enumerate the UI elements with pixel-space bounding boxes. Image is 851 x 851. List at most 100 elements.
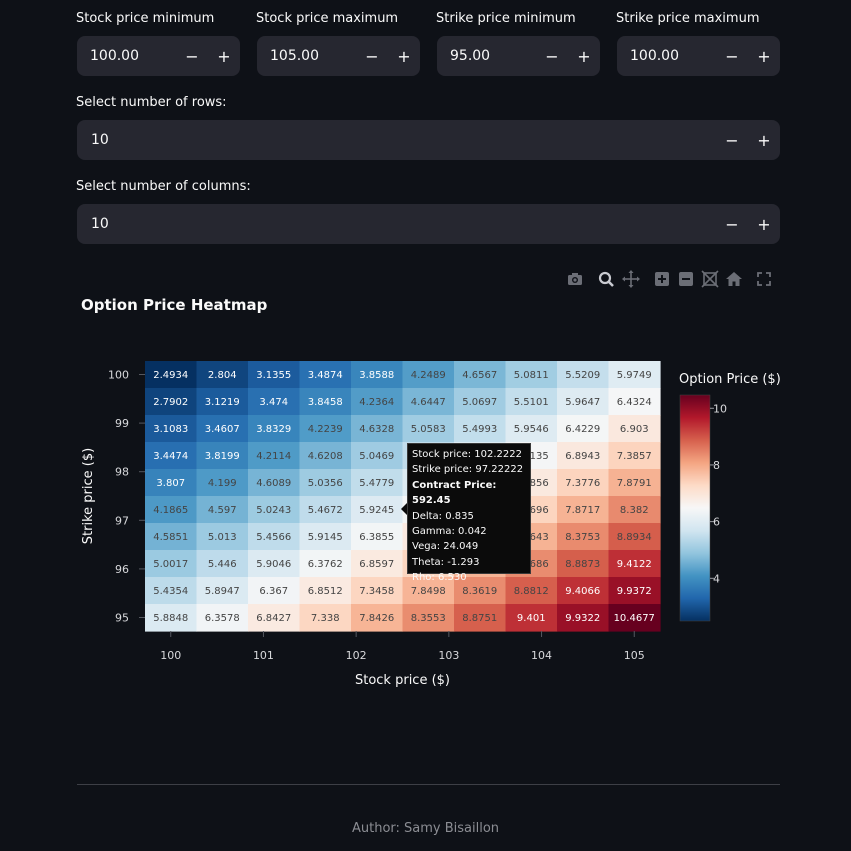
cell-value-label: 6.3578 xyxy=(205,613,240,624)
colorbar-title: Option Price ($) xyxy=(679,372,781,387)
cell-value-label: 5.9546 xyxy=(514,424,549,435)
y-tick-label: 96 xyxy=(115,563,129,576)
cell-value-label: 8.3619 xyxy=(462,586,497,597)
y-tick-label: 100 xyxy=(108,369,129,382)
cell-value-label: 5.9245 xyxy=(359,505,394,516)
cell-value-label: 6.3762 xyxy=(308,559,343,570)
cell-value-label: 7.8791 xyxy=(617,478,652,489)
cell-value-label: 2.804 xyxy=(208,370,237,381)
cell-value-label: 7.338 xyxy=(311,613,340,624)
cell-value-label: 7.8498 xyxy=(411,586,446,597)
cell-value-label: 5.4993 xyxy=(462,424,497,435)
cell-value-label: 3.4474 xyxy=(153,451,188,462)
cell-value-label: 9.4066 xyxy=(565,586,600,597)
x-tick-label: 100 xyxy=(160,649,181,662)
tooltip-contract: Contract Price: 592.45 xyxy=(412,479,497,507)
cell-value-label: 5.4354 xyxy=(153,586,188,597)
cell-value-label: 5.9046 xyxy=(256,559,291,570)
cell-value-label: 7.3857 xyxy=(617,451,652,462)
cell-value-label: 4.6208 xyxy=(308,451,343,462)
cell-value-label: 4.6089 xyxy=(256,478,291,489)
cell-value-label: 4.597 xyxy=(208,505,237,516)
cell-value-label: 6.4324 xyxy=(617,397,652,408)
cell-value-label: 4.6328 xyxy=(359,424,394,435)
cell-value-label: 3.1355 xyxy=(256,370,291,381)
cell-value-label: 8.3553 xyxy=(411,613,446,624)
cell-value-label: 5.0469 xyxy=(359,451,394,462)
cell-value-label: 4.6447 xyxy=(411,397,446,408)
cell-value-label: 3.4607 xyxy=(205,424,240,435)
y-tick-label: 97 xyxy=(115,514,129,527)
cell-value-label: 9.401 xyxy=(517,613,546,624)
tooltip-delta: Delta: 0.835 xyxy=(412,510,474,522)
cell-value-label: 8.382 xyxy=(620,505,649,516)
cell-value-label: 5.0583 xyxy=(411,424,446,435)
cell-value-label: 9.9372 xyxy=(617,586,652,597)
cell-value-label: 5.4779 xyxy=(359,478,394,489)
cell-value-label: 5.4672 xyxy=(308,505,343,516)
cell-value-label: 5.9145 xyxy=(308,532,343,543)
cell-value-label: 5.4566 xyxy=(256,532,291,543)
cell-value-label: 3.8199 xyxy=(205,451,240,462)
cell-value-label: 3.1083 xyxy=(153,424,188,435)
cell-value-label: 5.0017 xyxy=(153,559,188,570)
x-axis-title: Stock price ($) xyxy=(355,673,450,688)
colorbar-tick-label: 6 xyxy=(713,516,720,529)
footer-divider xyxy=(77,784,780,785)
x-tick-label: 101 xyxy=(253,649,274,662)
cell-value-label: 4.1865 xyxy=(153,505,188,516)
cell-value-label: 4.2239 xyxy=(308,424,343,435)
cell-value-label: 8.8751 xyxy=(462,613,497,624)
x-tick-label: 104 xyxy=(531,649,552,662)
cell-value-label: 5.446 xyxy=(208,559,237,570)
colorbar-tick-label: 4 xyxy=(713,572,720,585)
cell-value-label: 3.8329 xyxy=(256,424,291,435)
tooltip-strike: Strike price: 97.22222 xyxy=(412,464,524,476)
cell-value-label: 4.2489 xyxy=(411,370,446,381)
cell-value-label: 5.0356 xyxy=(308,478,343,489)
cell-value-label: 7.8426 xyxy=(359,613,394,624)
cell-value-label: 5.0811 xyxy=(514,370,549,381)
cell-value-label: 5.013 xyxy=(208,532,237,543)
colorbar-tick-label: 10 xyxy=(713,402,727,415)
cell-value-label: 6.367 xyxy=(259,586,288,597)
colorbar xyxy=(679,394,711,622)
cell-value-label: 2.4934 xyxy=(153,370,188,381)
cell-value-label: 5.8848 xyxy=(153,613,188,624)
cell-value-label: 3.807 xyxy=(156,478,185,489)
cell-value-label: 4.199 xyxy=(208,478,237,489)
cell-value-label: 2.7902 xyxy=(153,397,188,408)
hover-tooltip: Stock price: 102.2222 Strike price: 97.2… xyxy=(407,443,531,583)
cell-value-label: 4.6567 xyxy=(462,370,497,381)
cell-value-label: 5.8947 xyxy=(205,586,240,597)
cell-value-label: 6.8427 xyxy=(256,613,291,624)
cell-value-label: 8.8812 xyxy=(514,586,549,597)
colorbar-tick-label: 8 xyxy=(713,459,720,472)
cell-value-label: 3.1219 xyxy=(205,397,240,408)
cell-value-label: 7.3776 xyxy=(565,478,600,489)
cell-value-label: 4.5851 xyxy=(153,532,188,543)
y-tick-label: 99 xyxy=(115,417,129,430)
cell-value-label: 5.5209 xyxy=(565,370,600,381)
cell-value-label: 6.903 xyxy=(620,424,649,435)
cell-value-label: 8.8873 xyxy=(565,559,600,570)
cell-value-label: 3.474 xyxy=(259,397,288,408)
cell-value-label: 3.8458 xyxy=(308,397,343,408)
cell-value-label: 5.9647 xyxy=(565,397,600,408)
cell-value-label: 8.3753 xyxy=(565,532,600,543)
cell-value-label: 3.8588 xyxy=(359,370,394,381)
cell-value-label: 5.5101 xyxy=(514,397,549,408)
y-axis-title: Strike price ($) xyxy=(81,448,96,544)
tooltip-rho: Rho: 6.530 xyxy=(412,572,467,584)
cell-value-label: 9.9322 xyxy=(565,613,600,624)
cell-value-label: 5.0697 xyxy=(462,397,497,408)
option-price-heatmap[interactable]: 2.4934 2.804 3.1355 3.4874 3.8588 4.2489 4.656… xyxy=(0,0,851,700)
x-tick-label: 102 xyxy=(346,649,367,662)
cell-value-label: 4.2364 xyxy=(359,397,394,408)
x-tick-label: 103 xyxy=(438,649,459,662)
tooltip-gamma: Gamma: 0.042 xyxy=(412,526,487,538)
y-tick-label: 95 xyxy=(115,612,129,625)
cell-value-label: 9.4122 xyxy=(617,559,652,570)
author-footer: Author: Samy Bisaillon xyxy=(351,821,500,836)
y-tick-label: 98 xyxy=(115,466,129,479)
